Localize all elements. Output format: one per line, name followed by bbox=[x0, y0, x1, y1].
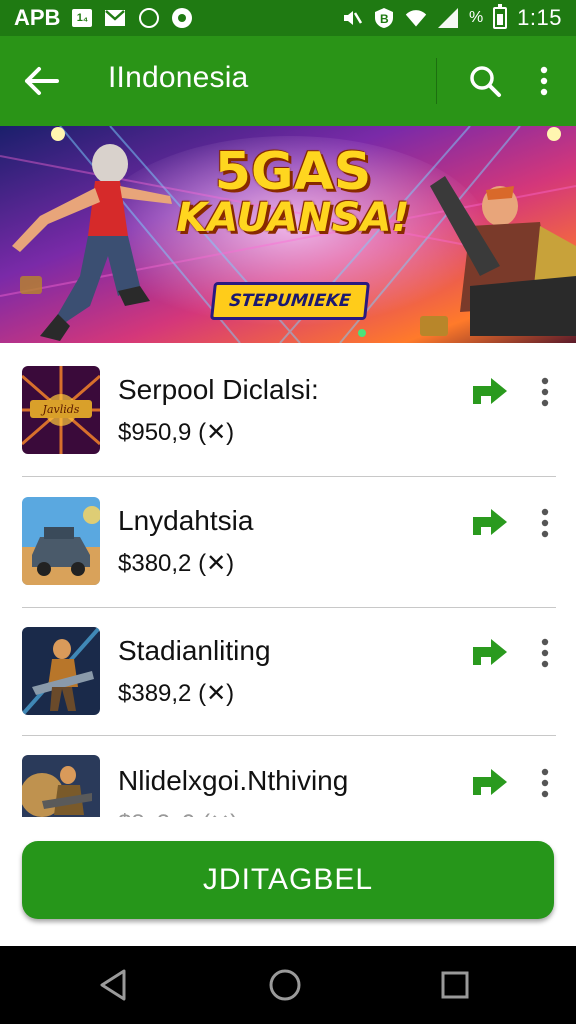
promo-banner[interactable]: 5GAS KAUANSA! STEPUMIEKE bbox=[0, 126, 576, 343]
item-more-button[interactable] bbox=[530, 633, 560, 673]
app-thumbnail[interactable] bbox=[22, 755, 100, 817]
overflow-menu-button[interactable] bbox=[528, 58, 560, 104]
item-name: Stadianliting bbox=[118, 635, 271, 666]
app-thumbnail[interactable] bbox=[22, 627, 100, 715]
more-vert-icon bbox=[541, 768, 549, 798]
nav-back-icon bbox=[100, 969, 126, 1001]
back-arrow-icon bbox=[25, 67, 59, 95]
battery-percent-label: % bbox=[468, 9, 484, 26]
box-icon: 1₄ bbox=[72, 9, 93, 27]
item-name: Serpool Diclalsi: bbox=[118, 374, 319, 405]
carrier-label: APB bbox=[14, 5, 61, 30]
share-arrow-icon bbox=[473, 378, 507, 404]
svg-text:Javlids: Javlids bbox=[41, 403, 80, 416]
nav-recents-button[interactable] bbox=[430, 960, 480, 1010]
clock-time: 1:15 bbox=[517, 5, 562, 30]
share-button[interactable] bbox=[466, 633, 512, 673]
banner-title-line1: 5GAS bbox=[214, 142, 372, 202]
status-bar: APB 1₄ B % 1:15 bbox=[0, 0, 576, 36]
item-price: $8ᴧ3ᴧ9 (✕) bbox=[118, 809, 238, 817]
item-more-button[interactable] bbox=[530, 763, 560, 803]
system-nav-bar bbox=[0, 946, 576, 1024]
app-bar: IIndonesia bbox=[0, 36, 576, 126]
nfc-icon: B bbox=[373, 7, 395, 29]
app-list: Javlids Serpool Diclalsi: $950,9 (✕) Lny bbox=[0, 343, 576, 817]
share-button[interactable] bbox=[466, 503, 512, 543]
nav-recents-icon bbox=[441, 971, 469, 999]
more-vert-icon bbox=[541, 377, 549, 407]
nav-back-button[interactable] bbox=[88, 960, 138, 1010]
record-icon bbox=[172, 8, 193, 28]
nav-home-button[interactable] bbox=[260, 960, 310, 1010]
app-bar-divider bbox=[436, 58, 437, 104]
search-icon bbox=[470, 66, 501, 97]
svg-text:B: B bbox=[380, 12, 389, 26]
banner-title-line2: KAUANSA! bbox=[176, 195, 410, 241]
status-left: APB 1₄ bbox=[14, 5, 193, 31]
item-name: Lnydahtsia bbox=[118, 505, 254, 536]
wifi-icon bbox=[405, 7, 427, 29]
more-vert-icon bbox=[541, 638, 549, 668]
mail-icon bbox=[104, 7, 126, 29]
primary-action-button[interactable]: JDITAGBEL bbox=[22, 841, 554, 919]
back-button[interactable] bbox=[18, 58, 64, 104]
app-thumbnail[interactable] bbox=[22, 497, 100, 585]
share-arrow-icon bbox=[473, 639, 507, 665]
item-more-button[interactable] bbox=[530, 372, 560, 412]
list-item[interactable]: Lnydahtsia $380,2 (✕) bbox=[0, 473, 576, 608]
share-arrow-icon bbox=[473, 769, 507, 795]
item-price: $389,2 (✕) bbox=[118, 680, 235, 707]
share-button[interactable] bbox=[466, 763, 512, 803]
share-arrow-icon bbox=[473, 509, 507, 535]
item-price: $950,9 (✕) bbox=[118, 419, 235, 446]
mute-icon bbox=[341, 7, 363, 29]
more-vert-icon bbox=[541, 508, 549, 538]
list-item[interactable]: Stadianliting $389,2 (✕) bbox=[0, 603, 576, 736]
page-title: IIndonesia bbox=[108, 61, 249, 94]
clock-icon bbox=[138, 7, 160, 29]
item-name: Nlidelxgoi.Nthiving bbox=[118, 765, 349, 796]
status-right: B % 1:15 bbox=[341, 4, 562, 31]
item-price: $380,2 (✕) bbox=[118, 550, 235, 577]
banner-title: 5GAS KAUANSA! bbox=[168, 146, 418, 238]
list-item[interactable]: Javlids Serpool Diclalsi: $950,9 (✕) bbox=[0, 343, 576, 477]
nav-home-icon bbox=[269, 969, 301, 1001]
signal-icon bbox=[437, 7, 459, 29]
banner-subtitle-badge: STEPUMIEKE bbox=[210, 282, 370, 320]
share-button[interactable] bbox=[466, 372, 512, 412]
search-button[interactable] bbox=[462, 58, 508, 104]
list-item[interactable]: Nlidelxgoi.Nthiving $8ᴧ3ᴧ9 (✕) bbox=[0, 733, 576, 817]
more-vert-icon bbox=[540, 66, 548, 96]
battery-icon bbox=[493, 4, 508, 29]
app-thumbnail[interactable]: Javlids bbox=[22, 366, 100, 454]
item-more-button[interactable] bbox=[530, 503, 560, 543]
